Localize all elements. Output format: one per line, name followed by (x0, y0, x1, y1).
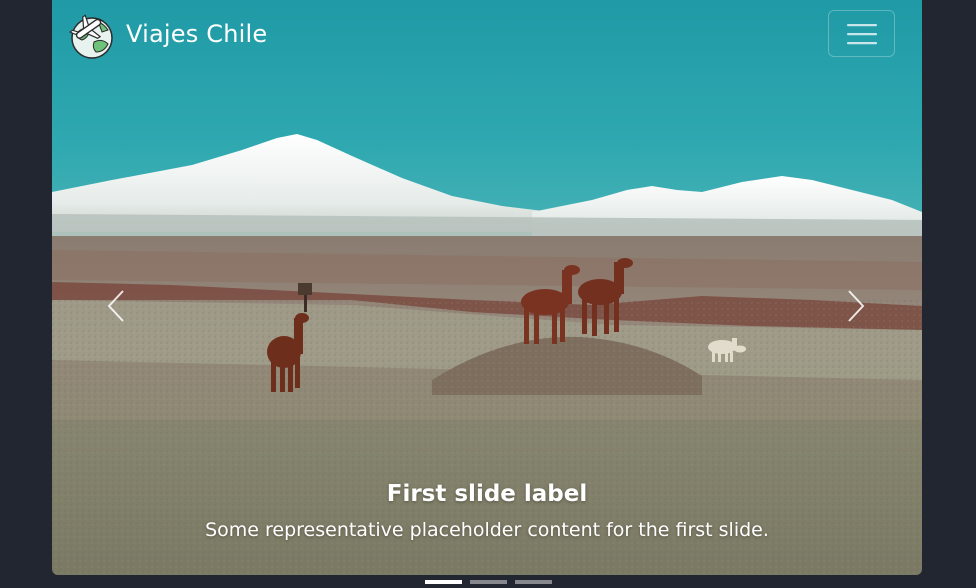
carousel-caption: First slide label Some representative pl… (52, 476, 922, 544)
carousel-next-button[interactable] (836, 282, 876, 330)
slide-label: First slide label (386, 481, 588, 507)
carousel-indicator-1[interactable] (424, 580, 462, 584)
page: Viajes Chile First slide label Some repr… (0, 0, 976, 588)
carousel-indicator-3[interactable] (514, 580, 552, 584)
carousel-indicators (0, 580, 976, 584)
chevron-right-icon (848, 290, 865, 322)
navbar: Viajes Chile (52, 0, 922, 68)
chevron-left-icon (107, 290, 124, 322)
hamburger-menu-icon (846, 23, 877, 44)
navbar-toggler-button[interactable] (828, 10, 895, 57)
carousel-indicator-2[interactable] (469, 580, 507, 584)
brand-link[interactable]: Viajes Chile (64, 8, 267, 60)
carousel-prev-button[interactable] (96, 282, 136, 330)
globe-airplane-icon (68, 14, 113, 59)
slide-description: Some representative placeholder content … (205, 519, 769, 541)
brand-name: Viajes Chile (126, 20, 268, 48)
